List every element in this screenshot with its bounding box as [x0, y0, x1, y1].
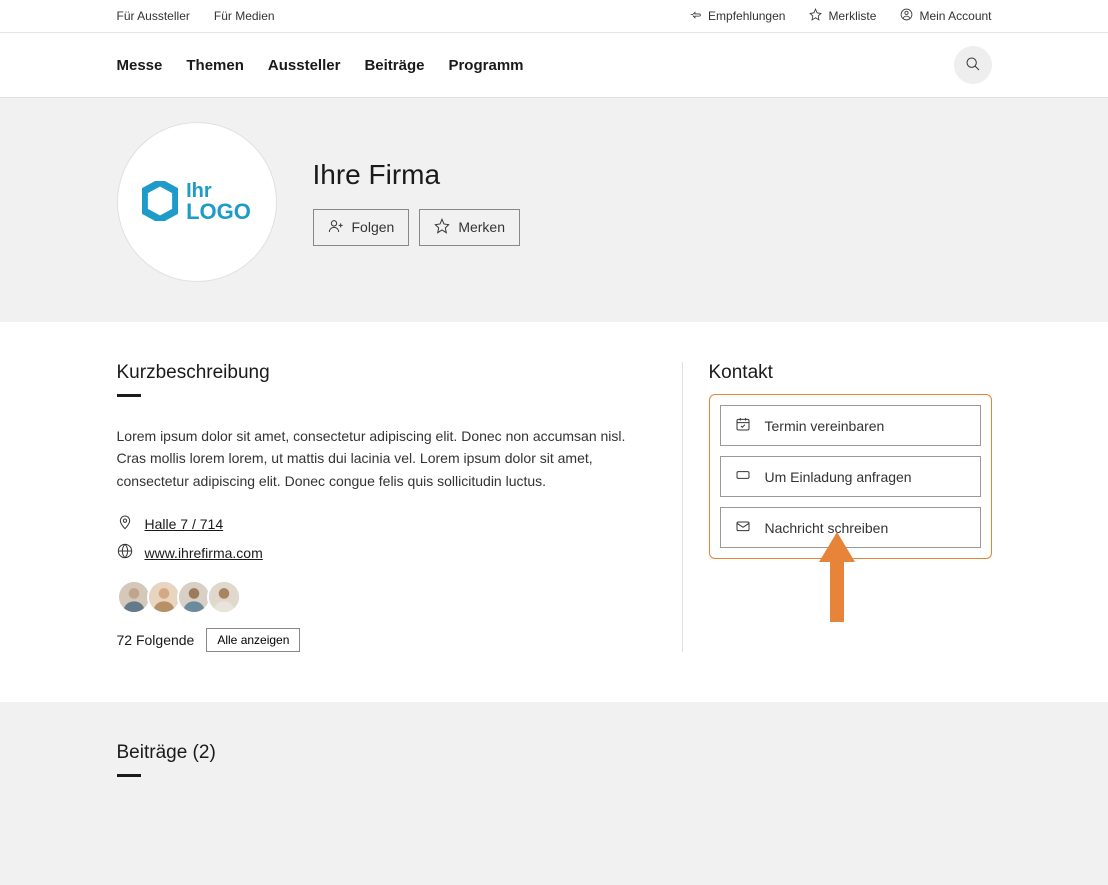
company-logo: Ihr LOGO: [117, 122, 277, 282]
nav-themen[interactable]: Themen: [186, 57, 244, 74]
search-icon: [965, 56, 981, 75]
invitation-label: Um Einladung anfragen: [765, 469, 912, 485]
invitation-button[interactable]: Um Einladung anfragen: [720, 456, 981, 497]
user-plus-icon: [328, 218, 344, 237]
contact-heading: Kontakt: [709, 362, 992, 384]
globe-icon: [117, 543, 133, 562]
watchlist-label: Merkliste: [828, 9, 876, 23]
top-bar: Für Aussteller Für Medien Empfehlungen M…: [0, 0, 1108, 33]
link-media[interactable]: Für Medien: [214, 9, 275, 23]
link-watchlist[interactable]: Merkliste: [809, 8, 876, 24]
link-exhibitors[interactable]: Für Aussteller: [117, 9, 190, 23]
logo-text: Ihr LOGO: [186, 181, 251, 223]
heading-underline: [117, 774, 141, 777]
nav-programm[interactable]: Programm: [448, 57, 523, 74]
account-label: Mein Account: [919, 9, 991, 23]
follow-label: Folgen: [352, 219, 395, 235]
hand-point-icon: [689, 8, 702, 24]
main-nav: Messe Themen Aussteller Beiträge Program…: [0, 33, 1108, 98]
hexagon-icon: [142, 181, 178, 224]
followers-row: 72 Folgende Alle anzeigen: [117, 628, 652, 652]
top-bar-right: Empfehlungen Merkliste Mein Account: [689, 8, 991, 24]
avatar: [117, 580, 151, 614]
nav-links: Messe Themen Aussteller Beiträge Program…: [117, 57, 524, 74]
top-bar-left: Für Aussteller Für Medien: [117, 9, 275, 23]
posts-heading: Beiträge (2): [117, 742, 992, 764]
appointment-button[interactable]: Termin vereinbaren: [720, 405, 981, 446]
avatar-group: [117, 580, 652, 614]
website-link[interactable]: www.ihrefirma.com: [145, 545, 263, 561]
bookmark-label: Merken: [458, 219, 505, 235]
followers-count: 72 Folgende: [117, 632, 195, 648]
contact-column: Kontakt Termin vereinbaren Um Einladung …: [682, 362, 992, 652]
description-column: Kurzbeschreibung Lorem ipsum dolor sit a…: [117, 362, 682, 652]
user-circle-icon: [900, 8, 913, 24]
avatar: [177, 580, 211, 614]
star-icon: [809, 8, 822, 24]
location-pin-icon: [117, 514, 133, 533]
location-row: Halle 7 / 714: [117, 514, 652, 533]
content: Kurzbeschreibung Lorem ipsum dolor sit a…: [0, 322, 1108, 702]
avatar: [147, 580, 181, 614]
logo-line1: Ihr: [186, 181, 251, 201]
calendar-check-icon: [735, 416, 751, 435]
ticket-icon: [735, 467, 751, 486]
search-button[interactable]: [954, 46, 992, 84]
hero: Ihr LOGO Ihre Firma Folgen Merken: [0, 98, 1108, 322]
link-account[interactable]: Mein Account: [900, 8, 991, 24]
envelope-icon: [735, 518, 751, 537]
link-recommendations[interactable]: Empfehlungen: [689, 8, 785, 24]
follow-button[interactable]: Folgen: [313, 209, 410, 246]
nav-messe[interactable]: Messe: [117, 57, 163, 74]
arrow-up-icon: [817, 532, 857, 625]
description-heading: Kurzbeschreibung: [117, 362, 652, 384]
nav-beitraege[interactable]: Beiträge: [364, 57, 424, 74]
recommendations-label: Empfehlungen: [708, 9, 785, 23]
star-icon: [434, 218, 450, 237]
heading-underline: [117, 394, 141, 397]
hero-info: Ihre Firma Folgen Merken: [313, 159, 521, 246]
avatar: [207, 580, 241, 614]
show-all-button[interactable]: Alle anzeigen: [206, 628, 300, 652]
posts-section: Beiträge (2): [0, 702, 1108, 885]
description-text: Lorem ipsum dolor sit amet, consectetur …: [117, 425, 652, 492]
company-name: Ihre Firma: [313, 159, 521, 191]
nav-aussteller[interactable]: Aussteller: [268, 57, 341, 74]
bookmark-button[interactable]: Merken: [419, 209, 520, 246]
appointment-label: Termin vereinbaren: [765, 418, 885, 434]
location-link[interactable]: Halle 7 / 714: [145, 516, 224, 532]
logo-line2: LOGO: [186, 201, 251, 223]
website-row: www.ihrefirma.com: [117, 543, 652, 562]
